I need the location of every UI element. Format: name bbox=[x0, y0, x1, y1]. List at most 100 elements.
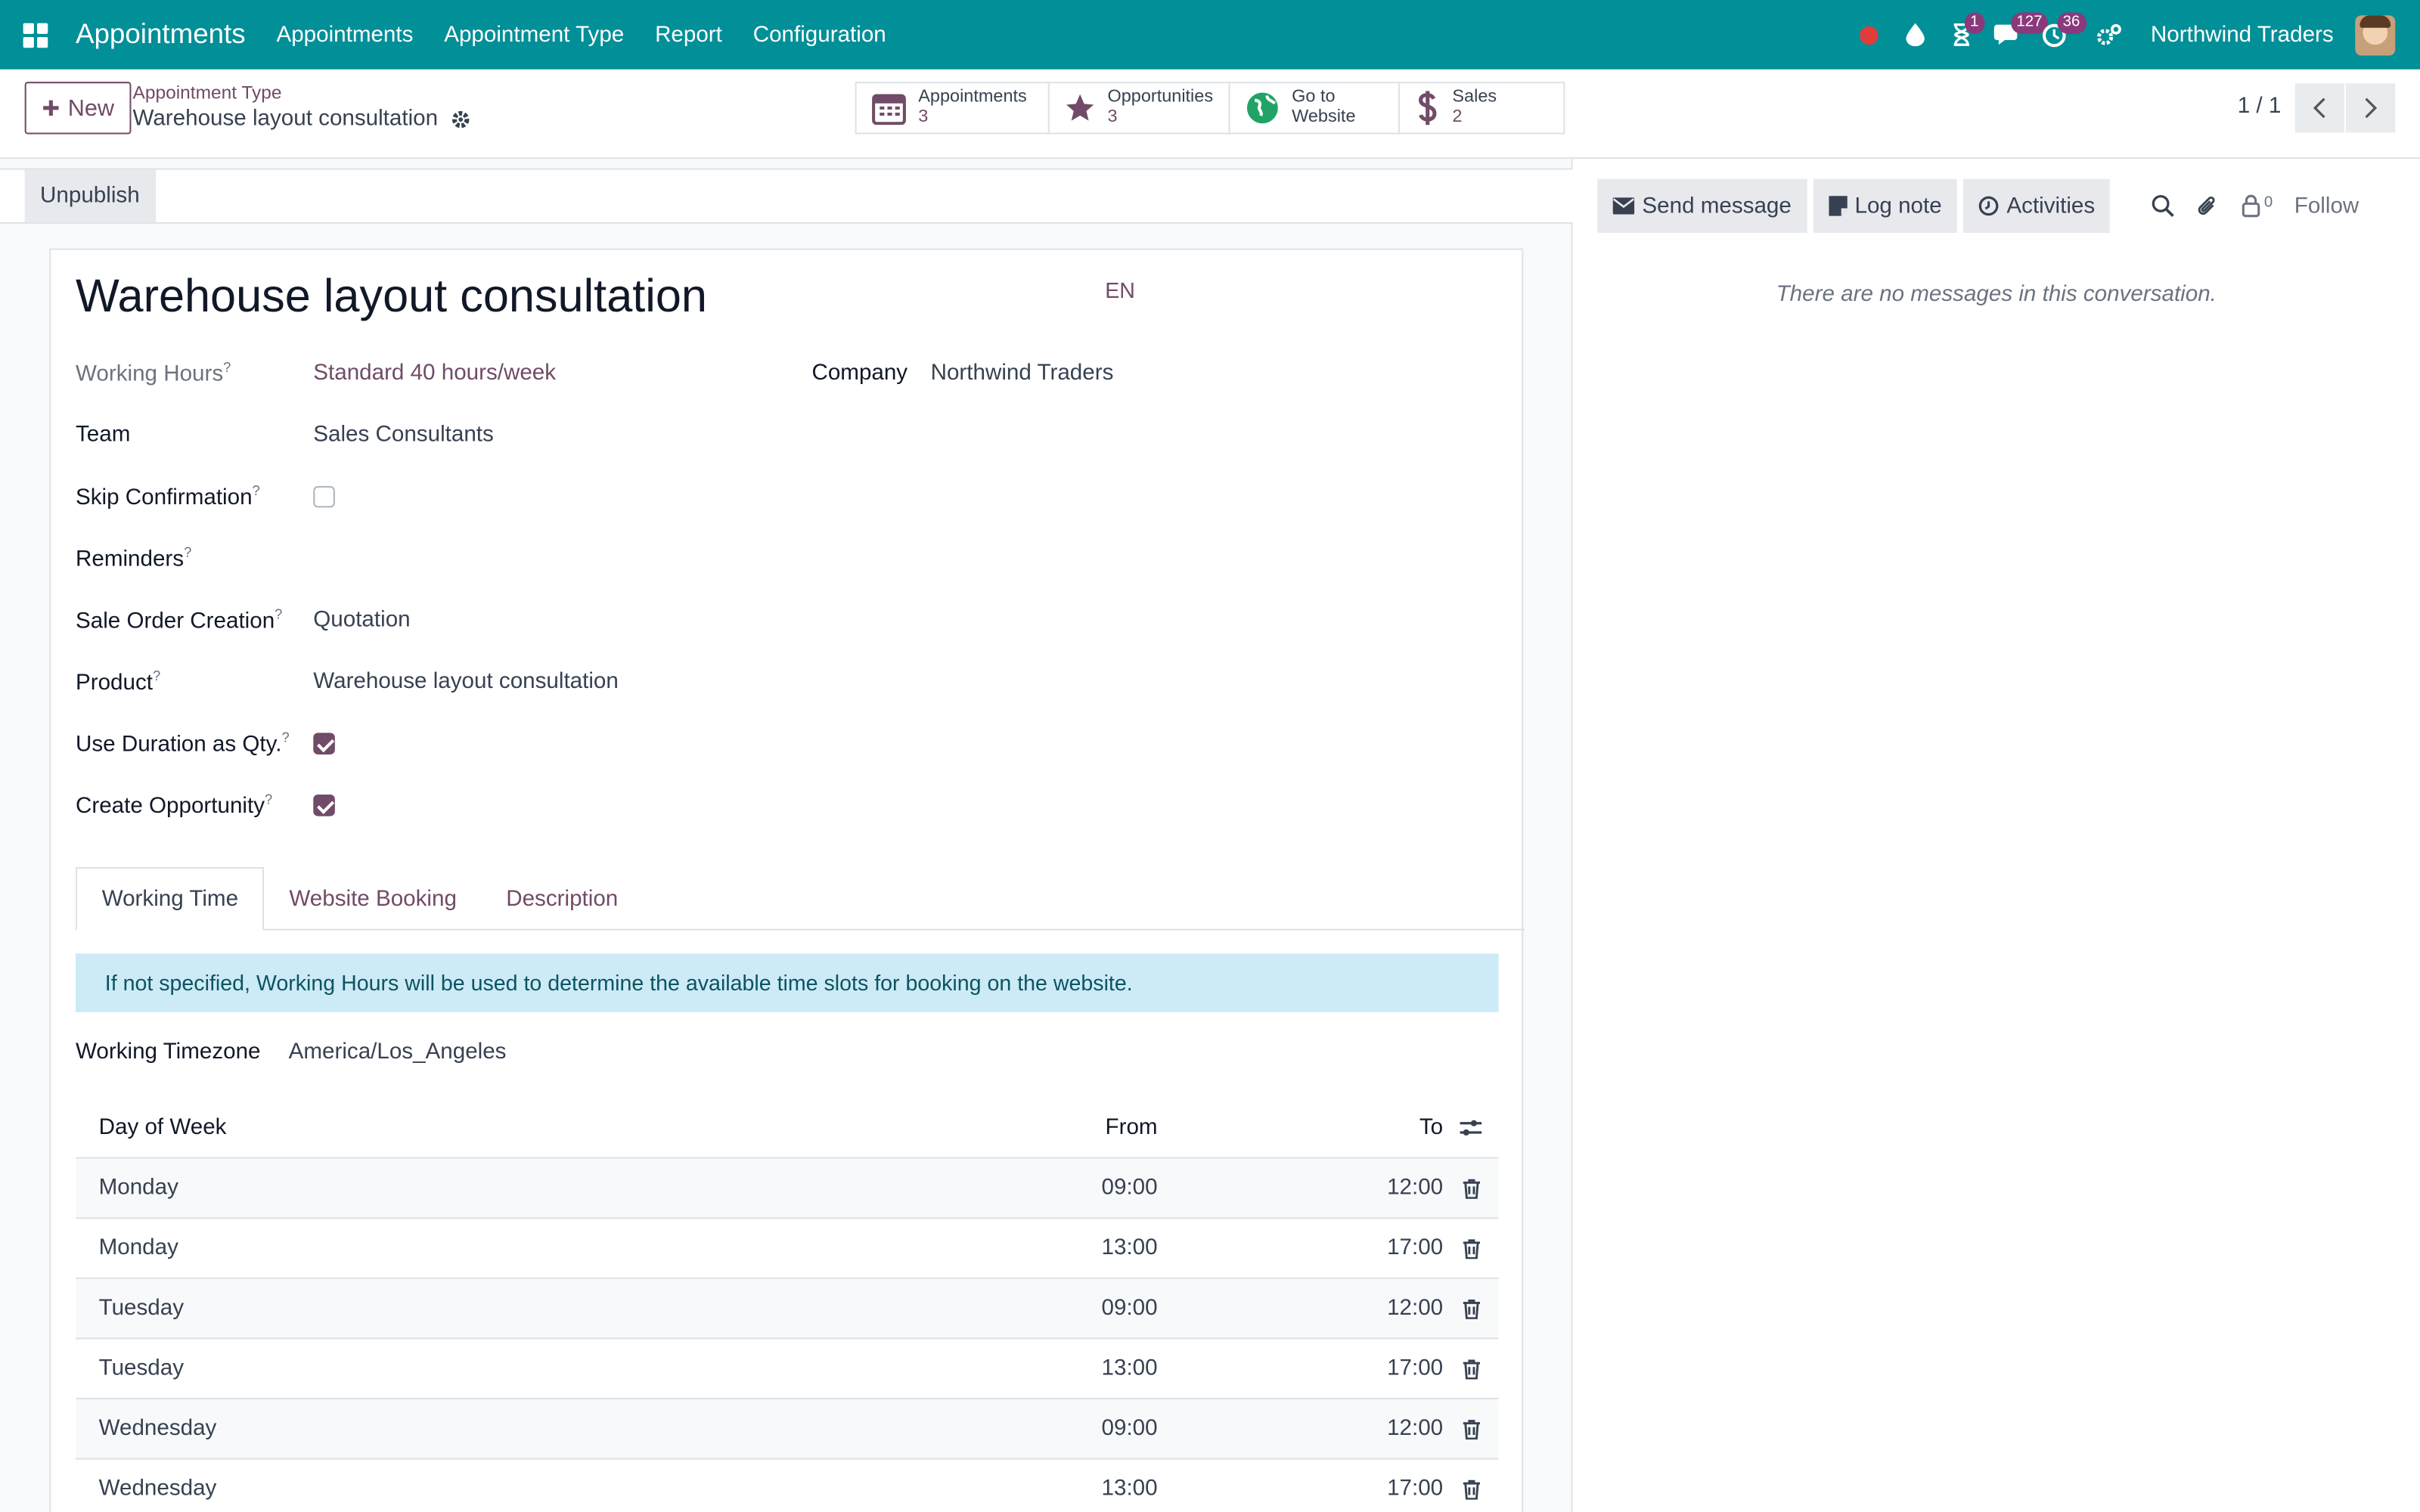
smart-buttons: Appointments 3 Opportunities 3 Go to Websit… bbox=[855, 82, 1565, 135]
create-opportunity-checkbox[interactable] bbox=[313, 795, 335, 816]
form-statusbar: Unpublish bbox=[0, 168, 1573, 224]
cell-day: Tuesday bbox=[98, 1356, 185, 1381]
note-icon bbox=[1828, 196, 1848, 216]
chevron-right-icon bbox=[2365, 98, 2378, 119]
clock-badge: 36 bbox=[2056, 12, 2086, 34]
hourglass-icon[interactable]: 1 bbox=[1938, 0, 1985, 70]
tab-working-time[interactable]: Working Time bbox=[75, 866, 265, 931]
chatter-panel: Send message Log note Activities 0 Follo… bbox=[1572, 159, 2420, 1512]
clock-icon[interactable]: 36 bbox=[2031, 0, 2086, 70]
delete-row-button[interactable] bbox=[1443, 1359, 1498, 1379]
table-row[interactable]: Wednesday 09:00 12:00 bbox=[75, 1399, 1499, 1460]
smart-button-sales[interactable]: Sales 2 bbox=[1400, 83, 1563, 132]
record-status-icon[interactable] bbox=[1845, 0, 1891, 70]
top-navbar: Appointments Appointments Appointment Ty… bbox=[0, 0, 2420, 70]
user-lock-icon bbox=[2242, 194, 2260, 218]
cell-from: 09:00 bbox=[1101, 1176, 1158, 1201]
tab-description[interactable]: Description bbox=[482, 867, 643, 931]
menu-appointment-type[interactable]: Appointment Type bbox=[429, 23, 640, 48]
envelope-icon bbox=[1612, 197, 1635, 215]
language-button[interactable]: EN bbox=[1105, 277, 1135, 302]
delete-row-button[interactable] bbox=[1443, 1479, 1498, 1499]
empty-conversation-text: There are no messages in this conversati… bbox=[1776, 282, 2217, 308]
cell-from: 09:00 bbox=[1101, 1296, 1158, 1321]
follow-button[interactable]: Follow bbox=[2294, 194, 2360, 218]
working-hours-value[interactable]: Standard 40 hours/week bbox=[313, 361, 556, 386]
chevron-left-icon bbox=[2313, 98, 2325, 119]
field-use-duration: Use Duration as Qty.? bbox=[76, 725, 335, 762]
app-name[interactable]: Appointments bbox=[76, 18, 246, 51]
paperclip-icon[interactable] bbox=[2196, 194, 2220, 218]
smart-opportunities-count: 3 bbox=[1107, 107, 1118, 127]
breadcrumb-parent[interactable]: Appointment Type bbox=[133, 82, 282, 104]
send-message-label: Send message bbox=[1642, 194, 1792, 218]
user-avatar[interactable] bbox=[2355, 14, 2396, 55]
tab-website-booking[interactable]: Website Booking bbox=[265, 867, 482, 931]
chat-icon[interactable]: 127 bbox=[1984, 0, 2049, 70]
menu-report[interactable]: Report bbox=[640, 23, 738, 48]
field-skip-confirmation: Skip Confirmation? bbox=[76, 479, 335, 516]
delete-row-button[interactable] bbox=[1443, 1238, 1498, 1259]
settings-icon[interactable] bbox=[2086, 0, 2132, 70]
send-message-button[interactable]: Send message bbox=[1597, 178, 1807, 234]
table-row[interactable]: Wednesday 13:00 17:00 bbox=[76, 1460, 1499, 1512]
product-value[interactable]: Warehouse layout consultation bbox=[313, 670, 619, 695]
smart-appointments-count: 3 bbox=[918, 107, 929, 127]
followers-button[interactable]: 0 bbox=[2241, 194, 2273, 218]
chatter-topbar-icons: 0 Follow bbox=[2152, 179, 2359, 233]
smart-button-website[interactable]: Go to Website bbox=[1230, 83, 1401, 133]
delete-row-button[interactable] bbox=[1443, 1178, 1498, 1198]
reminders-input[interactable] bbox=[313, 543, 776, 574]
use-duration-checkbox[interactable] bbox=[313, 733, 335, 754]
record-title[interactable]: Warehouse layout consultation bbox=[76, 271, 707, 324]
column-to[interactable]: To bbox=[1158, 1115, 1443, 1140]
team-label: Team bbox=[75, 423, 131, 448]
table-row[interactable]: Tuesday 13:00 17:00 bbox=[75, 1339, 1499, 1400]
column-from[interactable]: From bbox=[1032, 1115, 1158, 1140]
table-row[interactable]: Monday 13:00 17:00 bbox=[75, 1219, 1499, 1279]
column-day-of-week[interactable]: Day of Week bbox=[76, 1115, 1032, 1140]
company-switcher[interactable]: Northwind Traders bbox=[2151, 23, 2334, 48]
field-product: Product? Warehouse layout consultation bbox=[76, 664, 619, 701]
log-note-button[interactable]: Log note bbox=[1813, 178, 1958, 234]
menu-appointments[interactable]: Appointments bbox=[261, 23, 429, 48]
star-icon bbox=[1066, 94, 1094, 121]
company-value[interactable]: Northwind Traders bbox=[931, 361, 1114, 386]
sale-order-creation-value[interactable]: Quotation bbox=[313, 608, 410, 633]
pager-value[interactable]: 1 / 1 bbox=[2238, 94, 2282, 119]
smart-button-opportunities[interactable]: Opportunities 3 bbox=[1050, 83, 1230, 133]
smart-website-line2: Website bbox=[1292, 107, 1356, 127]
trash-icon bbox=[1462, 1238, 1480, 1259]
working-timezone-value[interactable]: America/Los_Angeles bbox=[289, 1040, 507, 1064]
skip-confirmation-checkbox[interactable] bbox=[313, 485, 335, 508]
trash-icon bbox=[1462, 1178, 1480, 1198]
cell-from: 13:00 bbox=[1101, 1235, 1158, 1261]
field-working-hours: Working Hours? Standard 40 hours/week bbox=[76, 355, 556, 392]
delete-row-button[interactable] bbox=[1443, 1419, 1498, 1439]
table-row[interactable]: Tuesday 09:00 12:00 bbox=[75, 1278, 1499, 1340]
drop-icon[interactable] bbox=[1891, 0, 1938, 70]
table-body: Monday 09:00 12:00 Monday 13:00 17:00 Tu… bbox=[75, 1158, 1499, 1512]
chatter-actions: Send message Log note Activities bbox=[1597, 178, 2111, 234]
control-panel: New Appointment Type Warehouse layout co… bbox=[0, 69, 2420, 160]
gear-icon[interactable] bbox=[450, 109, 470, 129]
cell-from: 09:00 bbox=[1101, 1416, 1158, 1442]
pager-previous-button[interactable] bbox=[2294, 83, 2344, 133]
pager-next-button[interactable] bbox=[2346, 83, 2396, 133]
breadcrumb-current: Warehouse layout consultation bbox=[133, 107, 470, 131]
team-value[interactable]: Sales Consultants bbox=[313, 423, 494, 448]
activities-badge: 1 bbox=[1963, 12, 1985, 34]
activities-button[interactable]: Activities bbox=[1963, 178, 2111, 234]
delete-row-button[interactable] bbox=[1443, 1298, 1498, 1318]
skip-confirmation-label: Skip Confirmation? bbox=[75, 482, 260, 511]
menu-configuration[interactable]: Configuration bbox=[737, 23, 901, 48]
apps-menu-icon[interactable] bbox=[23, 22, 48, 48]
new-button[interactable]: New bbox=[24, 82, 132, 135]
smart-button-appointments[interactable]: Appointments 3 bbox=[857, 83, 1050, 133]
unpublish-button[interactable]: Unpublish bbox=[24, 169, 156, 222]
field-create-opportunity: Create Opportunity? bbox=[76, 787, 335, 824]
table-row[interactable]: Monday 09:00 12:00 bbox=[75, 1158, 1499, 1219]
search-icon[interactable] bbox=[2152, 194, 2175, 218]
field-reminders: Reminders? bbox=[76, 540, 777, 577]
optional-columns-toggle[interactable] bbox=[1443, 1117, 1498, 1139]
